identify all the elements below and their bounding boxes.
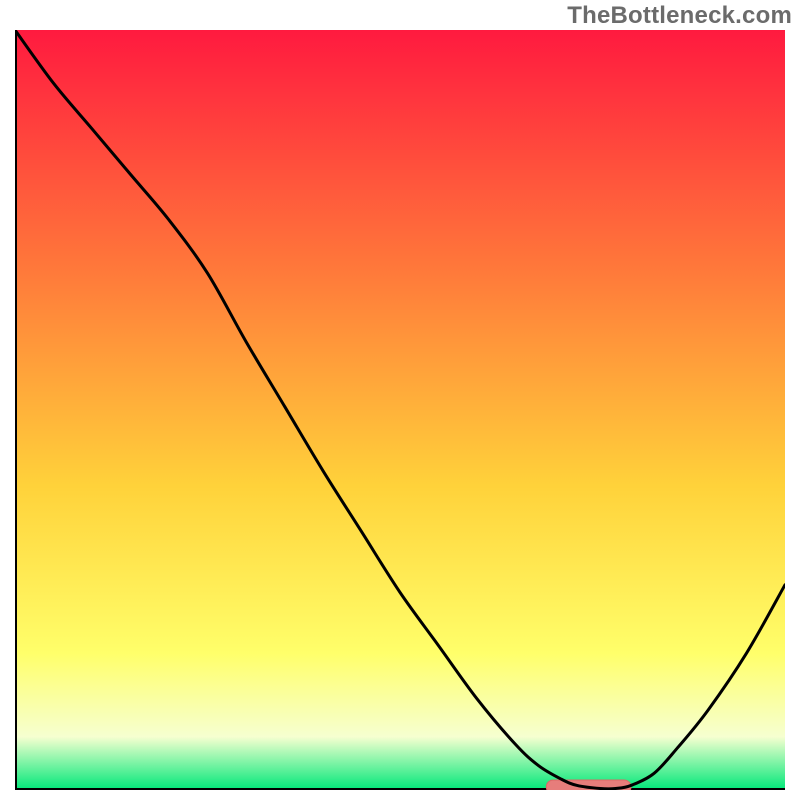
chart-stage: TheBottleneck.com — [0, 0, 800, 800]
chart-svg — [15, 30, 785, 790]
plot-area — [15, 30, 785, 790]
gradient-background — [15, 30, 785, 790]
watermark-text: TheBottleneck.com — [567, 2, 792, 30]
